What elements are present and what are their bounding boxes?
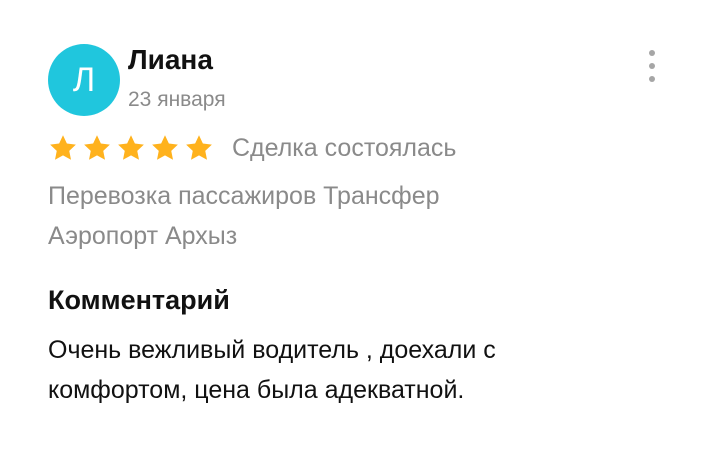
more-options-button[interactable] bbox=[640, 50, 664, 82]
star-icon bbox=[50, 135, 76, 160]
comment-text-line: Очень вежливый водитель , доехали с bbox=[48, 336, 496, 364]
deal-status: Сделка состоялась bbox=[232, 133, 457, 162]
star-icon bbox=[186, 135, 212, 160]
more-vertical-icon bbox=[649, 50, 655, 56]
avatar[interactable]: Л bbox=[48, 44, 120, 116]
star-icon bbox=[118, 135, 144, 160]
avatar-initial: Л bbox=[72, 60, 96, 99]
star-icon bbox=[84, 135, 110, 160]
service-title-line: Перевозка пассажиров Трансфер bbox=[48, 182, 440, 210]
comment-text: Очень вежливый водитель , доехали с комф… bbox=[48, 330, 648, 410]
service-title-line: Аэропорт Архыз bbox=[48, 222, 238, 250]
rating-row: Сделка состоялась bbox=[48, 128, 456, 168]
rating-stars bbox=[48, 133, 218, 163]
service-title: Перевозка пассажиров Трансфер Аэропорт А… bbox=[48, 176, 648, 256]
comment-text-line: комфортом, цена была адекватной. bbox=[48, 376, 465, 404]
author-name[interactable]: Лиана bbox=[128, 42, 213, 78]
star-icon bbox=[152, 135, 178, 160]
review-date: 23 января bbox=[128, 88, 226, 111]
review-card: Л Лиана 23 января Сделка состоялась Пере… bbox=[0, 0, 720, 452]
comment-heading: Комментарий bbox=[48, 285, 230, 315]
